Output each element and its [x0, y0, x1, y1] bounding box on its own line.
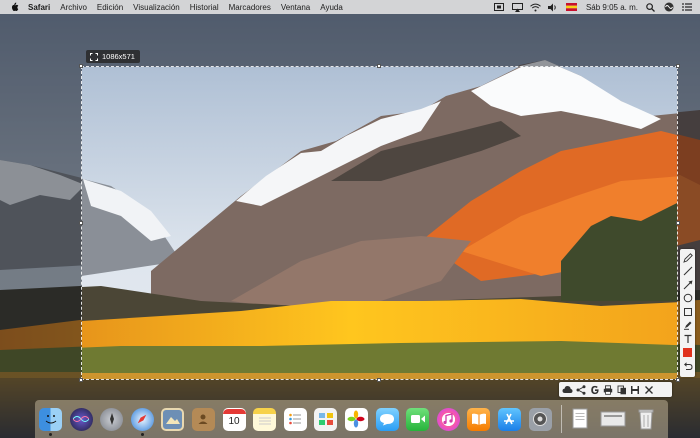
wifi-icon[interactable]	[530, 3, 541, 12]
siri-menu-icon[interactable]	[663, 2, 674, 12]
menu-ventana[interactable]: Ventana	[281, 3, 310, 12]
screenshot-tool-icon[interactable]	[494, 3, 505, 12]
dock-app-itunes[interactable]	[436, 407, 460, 431]
google-search-icon[interactable]	[589, 384, 600, 395]
calendar-day: 10	[228, 416, 240, 427]
menu-edicion[interactable]: Edición	[97, 3, 123, 12]
selection-size-badge: 1086x571	[86, 50, 140, 63]
rectangle-icon[interactable]	[682, 306, 693, 317]
resize-handle-bottom-left[interactable]	[79, 378, 83, 382]
spotlight-search-icon[interactable]	[645, 2, 656, 12]
dock-app-photo-viewer[interactable]	[161, 407, 185, 431]
volume-icon[interactable]	[548, 3, 559, 12]
input-flag-icon[interactable]	[565, 3, 577, 12]
dock-separator	[561, 405, 563, 433]
resize-handle-bottom-right[interactable]	[676, 378, 680, 382]
dock-trash[interactable]	[634, 408, 657, 431]
dock-app-safari[interactable]	[130, 407, 154, 436]
dock: 10	[35, 400, 668, 438]
menu-marcadores[interactable]: Marcadores	[229, 3, 271, 12]
menubar-clock[interactable]: Sáb 9:05 a. m.	[586, 3, 638, 12]
menu-visualizacion[interactable]: Visualización	[133, 3, 180, 12]
menu-bar: Safari Archivo Edición Visualización His…	[0, 0, 700, 14]
dock-app-messages[interactable]	[375, 407, 399, 431]
dock-app-calendar[interactable]: 10	[222, 407, 246, 431]
resize-handle-left[interactable]	[79, 221, 83, 225]
running-indicator	[140, 432, 144, 436]
dock-app-facetime[interactable]	[406, 407, 430, 431]
dock-stack-documents[interactable]	[568, 408, 591, 431]
dock-app-ibooks[interactable]	[467, 407, 491, 431]
upload-cloud-icon[interactable]	[562, 384, 573, 395]
share-icon[interactable]	[576, 384, 587, 395]
app-menu-safari[interactable]: Safari	[28, 3, 50, 12]
menu-historial[interactable]: Historial	[190, 3, 219, 12]
color-swatch[interactable]	[682, 347, 693, 358]
save-icon[interactable]	[630, 384, 641, 395]
undo-icon[interactable]	[682, 361, 693, 372]
dock-app-system-preferences[interactable]	[528, 407, 552, 431]
running-indicator	[49, 432, 52, 436]
resize-handle-top-left[interactable]	[79, 64, 83, 68]
notification-center-icon[interactable]	[681, 3, 692, 12]
pen-icon[interactable]	[682, 252, 693, 263]
apple-menu-icon[interactable]	[10, 2, 20, 12]
menu-archivo[interactable]: Archivo	[60, 3, 87, 12]
dock-app-contacts[interactable]	[191, 407, 215, 431]
selected-wallpaper-area	[82, 67, 677, 379]
dock-app-photos[interactable]	[344, 407, 368, 431]
text-icon[interactable]	[682, 334, 693, 345]
ellipse-icon[interactable]	[682, 293, 693, 304]
capture-actions-toolbar	[559, 382, 672, 397]
capture-selection-region[interactable]	[81, 66, 678, 380]
line-icon[interactable]	[682, 266, 693, 277]
dock-app-reminders[interactable]	[283, 407, 307, 431]
fullscreen-icon	[90, 52, 98, 61]
resize-handle-top[interactable]	[377, 64, 381, 68]
resize-handle-top-right[interactable]	[676, 64, 680, 68]
dock-app-notes[interactable]	[253, 407, 277, 431]
resize-handle-bottom[interactable]	[377, 378, 381, 382]
dock-app-launchpad[interactable]	[100, 407, 124, 431]
selection-size-label: 1086x571	[102, 52, 135, 61]
dock-stack-downloads[interactable]	[599, 408, 627, 431]
print-icon[interactable]	[603, 384, 614, 395]
close-icon[interactable]	[643, 384, 654, 395]
arrow-icon[interactable]	[682, 279, 693, 290]
menubar-status-area: Sáb 9:05 a. m.	[487, 0, 692, 14]
dock-app-photo-booth[interactable]	[314, 407, 338, 431]
airplay-icon[interactable]	[511, 2, 523, 12]
dock-app-finder[interactable]	[39, 407, 62, 436]
resize-handle-right[interactable]	[676, 221, 680, 225]
copy-icon[interactable]	[616, 384, 627, 395]
annotation-toolbar	[680, 249, 695, 377]
dock-app-siri[interactable]	[69, 407, 93, 431]
menu-ayuda[interactable]: Ayuda	[320, 3, 343, 12]
marker-icon[interactable]	[682, 320, 693, 331]
dock-app-app-store[interactable]	[497, 407, 521, 431]
